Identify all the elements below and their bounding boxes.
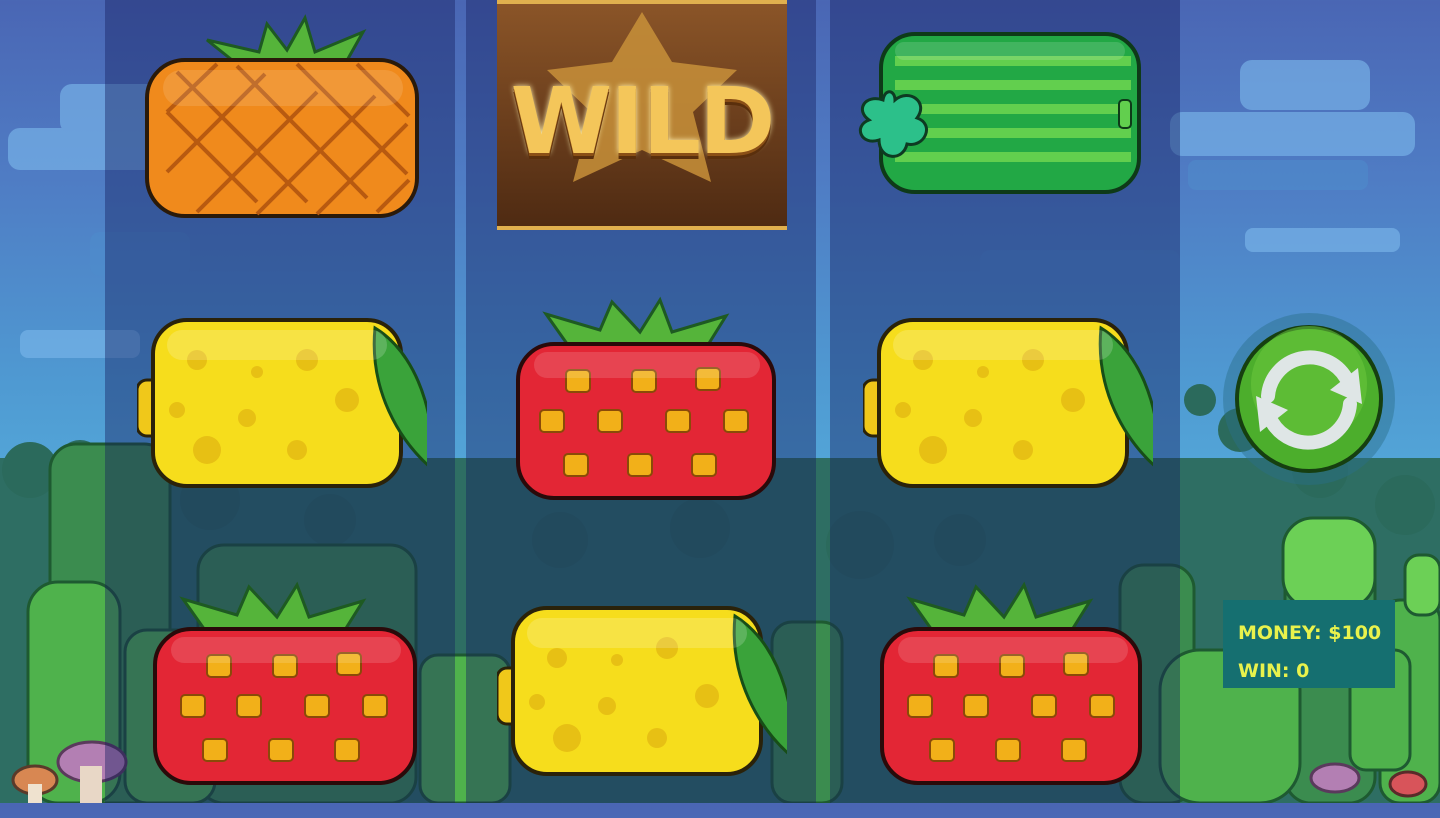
watermelon-icon: [858, 32, 1141, 194]
wild-label: WILD: [510, 68, 776, 175]
lemon-icon: [863, 318, 1153, 488]
strawberry-icon: [880, 581, 1142, 785]
reel-3-symbol-2: [863, 290, 1153, 530]
reel-2-symbol-3: [497, 578, 787, 818]
spin-button[interactable]: [1222, 312, 1396, 486]
reel-3-symbol-1: [855, 14, 1145, 254]
strawberry-icon: [153, 581, 417, 785]
reel-2-symbol-2: [500, 290, 790, 530]
slot-game-scene: WILD MONEY: $100 WIN: 0: [0, 0, 1440, 803]
win-display: WIN: 0: [1238, 660, 1310, 682]
refresh-arrows-icon: [1223, 313, 1395, 485]
reel-3-symbol-3: [864, 575, 1154, 815]
status-panel: MONEY: $100 WIN: 0: [1223, 600, 1395, 688]
lemon-icon: [137, 318, 427, 488]
money-display: MONEY: $100: [1238, 622, 1382, 644]
pineapple-icon: [145, 14, 419, 218]
reel-1-symbol-2: [137, 290, 427, 530]
reel-2-symbol-1: WILD: [497, 0, 787, 240]
strawberry-icon: [516, 296, 776, 500]
reel-1-symbol-3: [137, 575, 427, 815]
reel-1-symbol-1: [137, 2, 427, 242]
lemon-icon: [497, 606, 787, 776]
